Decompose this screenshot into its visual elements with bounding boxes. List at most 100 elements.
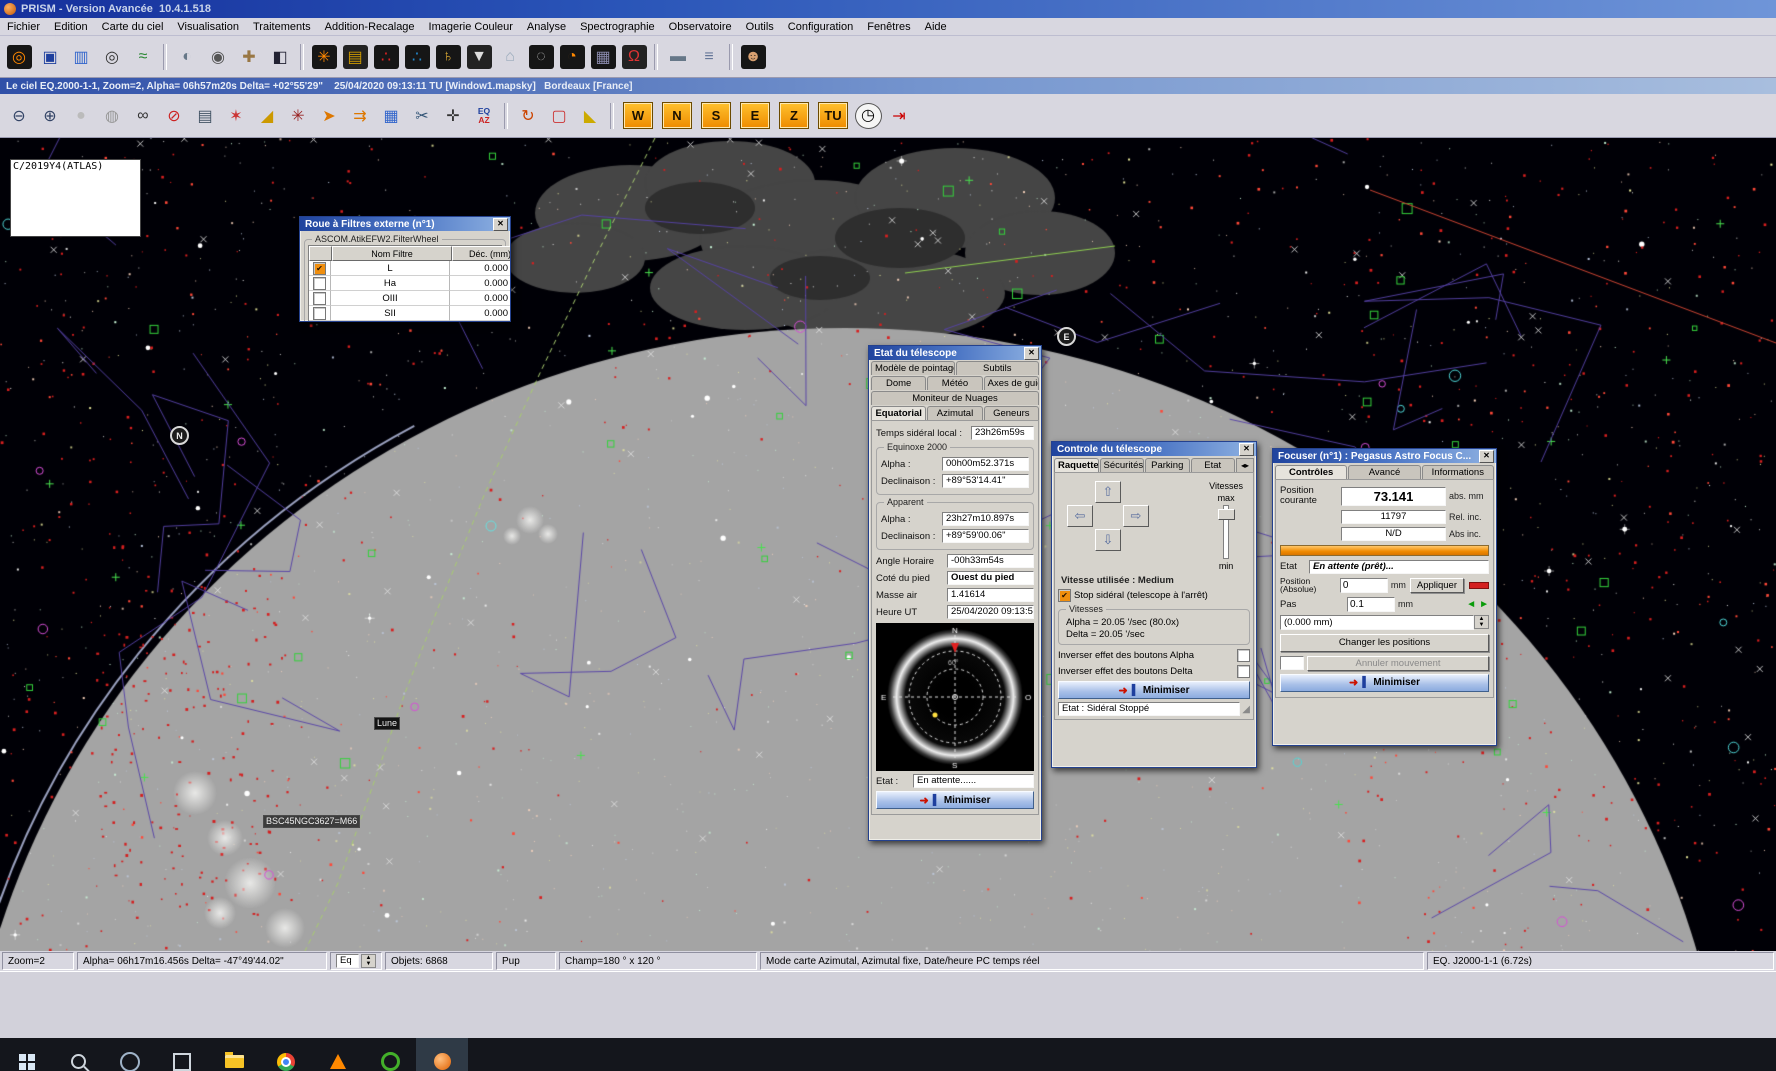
filter-checkbox[interactable] xyxy=(313,277,326,290)
look-north-button[interactable]: N xyxy=(662,102,692,129)
invert-delta-checkbox[interactable] xyxy=(1237,665,1250,678)
step-input[interactable] xyxy=(1347,597,1395,612)
user-profile-icon[interactable]: ☻ xyxy=(738,43,768,71)
render-3d-icon[interactable]: ▤ xyxy=(340,43,370,71)
time-tu-button[interactable]: TU xyxy=(818,102,848,129)
menu-fichier[interactable]: Fichier xyxy=(0,20,47,34)
filter-row[interactable]: Ha0.000 xyxy=(309,276,501,291)
filter-checkbox[interactable] xyxy=(313,307,326,320)
change-positions-button[interactable]: Changer les positions xyxy=(1280,634,1489,652)
flat-field-icon[interactable]: ▬ xyxy=(663,43,693,71)
close-icon[interactable] xyxy=(493,218,508,231)
tab-etat[interactable]: Etat xyxy=(1191,458,1236,472)
speed-slider[interactable] xyxy=(1223,505,1229,559)
look-west-button[interactable]: W xyxy=(623,102,653,129)
filter-row[interactable]: SII0.000 xyxy=(309,306,501,321)
save-icon[interactable]: ▣ xyxy=(35,43,65,71)
image-display-icon[interactable]: ▥ xyxy=(66,43,96,71)
tab-controles[interactable]: Contrôles xyxy=(1275,465,1347,479)
tab-informations[interactable]: Informations xyxy=(1422,465,1494,479)
step-forward-icon[interactable]: ⇉ xyxy=(345,102,375,130)
resize-grip-icon[interactable] xyxy=(1242,704,1250,715)
apply-button[interactable]: Appliquer xyxy=(1410,578,1464,593)
position-preset-dropdown[interactable]: (0.000 mm) xyxy=(1280,615,1489,630)
close-icon[interactable] xyxy=(1024,347,1039,360)
filter-row[interactable]: L0.000 xyxy=(309,261,501,276)
object-label[interactable]: BSC45NGC3627=M66 xyxy=(263,815,360,828)
menu-analyse[interactable]: Analyse xyxy=(520,20,573,34)
clock-icon[interactable]: ◷ xyxy=(853,102,883,130)
app-titlebar[interactable]: PRISM - Version Avancée 10.4.1.518 xyxy=(0,0,1776,18)
look-zenith-button[interactable]: Z xyxy=(779,102,809,129)
ephemeris-table-icon[interactable]: ▦ xyxy=(376,102,406,130)
observatory-dome-icon[interactable]: ⌂ xyxy=(495,43,525,71)
slew-right-button[interactable] xyxy=(1123,505,1149,527)
filter-checkbox[interactable] xyxy=(313,262,326,275)
menu-edition[interactable]: Edition xyxy=(47,20,95,34)
tab-raquette[interactable]: Raquette xyxy=(1054,458,1099,472)
menu-imagerie-couleur[interactable]: Imagerie Couleur xyxy=(422,20,520,34)
print-icon[interactable]: ▤ xyxy=(190,102,220,130)
color-spheres-icon[interactable]: ∴ xyxy=(402,43,432,71)
menu-aide[interactable]: Aide xyxy=(918,20,954,34)
focuser-minimize-button[interactable]: Minimiser xyxy=(1280,674,1489,692)
slew-left-button[interactable] xyxy=(1067,505,1093,527)
tab-subtils[interactable]: Subtils xyxy=(956,361,1040,375)
close-icon[interactable] xyxy=(1239,443,1254,456)
tab-scroll-icon[interactable] xyxy=(1236,458,1254,472)
field-cross-icon[interactable]: ✳ xyxy=(283,102,313,130)
tab-geneurs[interactable]: Geneurs xyxy=(984,406,1039,420)
tab-azimutal[interactable]: Azimutal xyxy=(927,406,982,420)
select-region-icon[interactable]: ▢ xyxy=(544,102,574,130)
menu-carte-du-ciel[interactable]: Carte du ciel xyxy=(95,20,171,34)
aperture-photometry-icon[interactable]: ◎ xyxy=(97,43,127,71)
status-eq-selector[interactable]: Eq xyxy=(330,952,382,970)
telescope-state-titlebar[interactable]: Etat du télescope xyxy=(869,346,1041,360)
look-south-button[interactable]: S xyxy=(701,102,731,129)
sky-sphere-icon[interactable]: ● xyxy=(66,102,96,130)
menu-traitements[interactable]: Traitements xyxy=(246,20,318,34)
magnet-focus-icon[interactable]: Ω xyxy=(619,43,649,71)
sun-section-icon[interactable]: ◔ xyxy=(557,43,587,71)
tab-equatorial[interactable]: Equatorial xyxy=(871,406,926,420)
spinner-icon[interactable] xyxy=(361,954,376,968)
task-view-button[interactable] xyxy=(156,1038,208,1071)
eq-az-toggle[interactable]: EQAZ xyxy=(469,102,499,130)
zoom-out-icon[interactable]: ⊖ xyxy=(4,102,34,130)
goto-object-icon[interactable]: ➤ xyxy=(314,102,344,130)
planet-view-icon[interactable]: ◌ xyxy=(526,43,556,71)
tab-meteo[interactable]: Météo xyxy=(927,376,982,390)
start-button[interactable] xyxy=(0,1038,52,1071)
look-east-button[interactable]: E xyxy=(740,102,770,129)
anaconda-icon[interactable] xyxy=(364,1038,416,1071)
telescope-state-minimize-button[interactable]: Minimiser xyxy=(876,791,1034,809)
telescope-control-minimize-button[interactable]: Minimiser xyxy=(1058,681,1250,699)
center-field-icon[interactable]: ✛ xyxy=(438,102,468,130)
menu-fenetres[interactable]: Fenêtres xyxy=(860,20,917,34)
comet-tool-icon[interactable]: ✂ xyxy=(407,102,437,130)
eraser-icon[interactable]: ◢ xyxy=(252,102,282,130)
tab-axes-de-guidage[interactable]: Axes de guidage xyxy=(984,376,1039,390)
zoom-in-icon[interactable]: ⊕ xyxy=(35,102,65,130)
tab-avance[interactable]: Avancé xyxy=(1348,465,1420,479)
moon-label[interactable]: Lune xyxy=(374,717,400,730)
chrome-icon[interactable] xyxy=(260,1038,312,1071)
slew-down-button[interactable] xyxy=(1095,529,1121,551)
cancel-movement-button[interactable]: Annuler mouvement xyxy=(1307,656,1489,671)
stop-sidereal-checkbox[interactable] xyxy=(1058,589,1071,602)
binoculars-icon[interactable]: ∞ xyxy=(128,102,158,130)
filter-checkbox[interactable] xyxy=(313,292,326,305)
tab-dome[interactable]: Dome xyxy=(871,376,926,390)
star-colors-icon[interactable]: ✶ xyxy=(221,102,251,130)
menu-visualisation[interactable]: Visualisation xyxy=(170,20,246,34)
filter-wheel-titlebar[interactable]: Roue à Filtres externe (n°1) xyxy=(300,217,510,231)
speed-slider-thumb[interactable] xyxy=(1218,509,1235,520)
saturn-icon[interactable]: ♄ xyxy=(433,43,463,71)
menu-outils[interactable]: Outils xyxy=(739,20,781,34)
filter-row[interactable]: OIII0.000 xyxy=(309,291,501,306)
focuser-titlebar[interactable]: Focuser (n°1) : Pegasus Astro Focus C... xyxy=(1273,449,1496,463)
step-in-button[interactable] xyxy=(1466,599,1476,610)
histogram-icon[interactable]: ≡ xyxy=(694,43,724,71)
absolute-position-input[interactable] xyxy=(1340,578,1388,593)
map-window-titlebar[interactable]: Le ciel EQ.2000-1-1, Zoom=2, Alpha= 06h5… xyxy=(0,78,1776,94)
